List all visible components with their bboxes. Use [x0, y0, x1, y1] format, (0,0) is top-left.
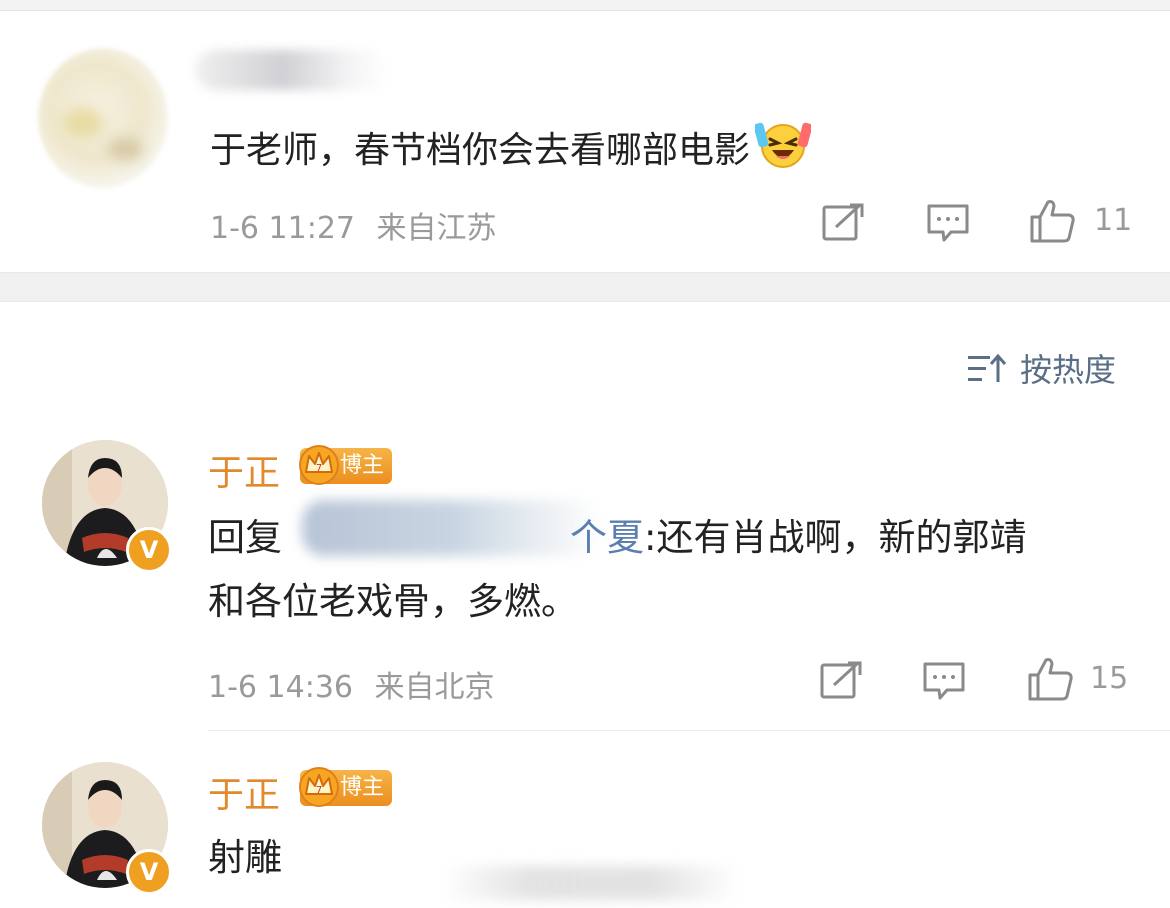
- share-icon[interactable]: [820, 661, 862, 699]
- reply1-text-line2: 和各位老戏骨，多燃。: [208, 580, 578, 623]
- share-icon[interactable]: [822, 203, 864, 241]
- host-badge-label: 博主: [340, 775, 385, 800]
- reply1-location: 来自北京: [374, 670, 495, 705]
- sort-by-hot-label[interactable]: 按热度: [1020, 345, 1116, 391]
- mention-tail[interactable]: 个夏: [570, 516, 644, 559]
- section-divider: [0, 272, 1170, 302]
- host-badge-label: 博主: [340, 453, 385, 478]
- crown-icon: 7: [299, 445, 339, 485]
- host-badge: 7 博主: [299, 445, 393, 485]
- top-comment-time: 1-6 11:27: [210, 211, 355, 246]
- reply2-text: 射雕: [208, 836, 282, 879]
- verified-badge: V: [126, 527, 172, 573]
- sort-icon[interactable]: [968, 352, 1006, 386]
- reply1-line1: 回复 个夏:还有肖战啊，新的郭靖: [208, 510, 1026, 566]
- author-name[interactable]: 于正: [208, 444, 280, 496]
- verified-badge: V: [126, 849, 172, 895]
- reply1-text-line1: :还有肖战啊，新的郭靖: [644, 516, 1027, 559]
- crown-icon: 7: [299, 767, 339, 807]
- top-comment-location: 来自江苏: [376, 211, 497, 246]
- reply-divider: [208, 730, 1170, 731]
- top-comment-meta: 1-6 11:27 来自江苏: [210, 203, 497, 247]
- reply1-meta: 1-6 14:36 来自北京: [208, 662, 495, 706]
- comment-icon[interactable]: [922, 661, 966, 701]
- reply1-like-count: 15: [1090, 661, 1129, 696]
- comment-icon[interactable]: [926, 203, 970, 243]
- top-comment-body: 于老师，春节档你会去看哪部电影: [210, 118, 813, 179]
- author-name[interactable]: 于正: [208, 766, 280, 818]
- top-separator: [0, 0, 1170, 11]
- like-thumb-icon[interactable]: [1026, 656, 1074, 702]
- blurred-watermark: [440, 866, 740, 900]
- blurred-username[interactable]: [195, 50, 390, 90]
- reply-prefix: 回复: [208, 516, 282, 559]
- blurred-avatar[interactable]: [38, 48, 168, 188]
- top-comment-like-count: 11: [1094, 203, 1133, 238]
- like-thumb-icon[interactable]: [1028, 198, 1076, 244]
- svg-text:7: 7: [316, 785, 322, 796]
- reply1-time: 1-6 14:36: [208, 670, 353, 705]
- laughing-tears-emoji-icon: [753, 122, 813, 168]
- svg-text:7: 7: [316, 463, 322, 474]
- host-badge: 7 博主: [299, 767, 393, 807]
- top-comment-text: 于老师，春节档你会去看哪部电影: [210, 130, 751, 171]
